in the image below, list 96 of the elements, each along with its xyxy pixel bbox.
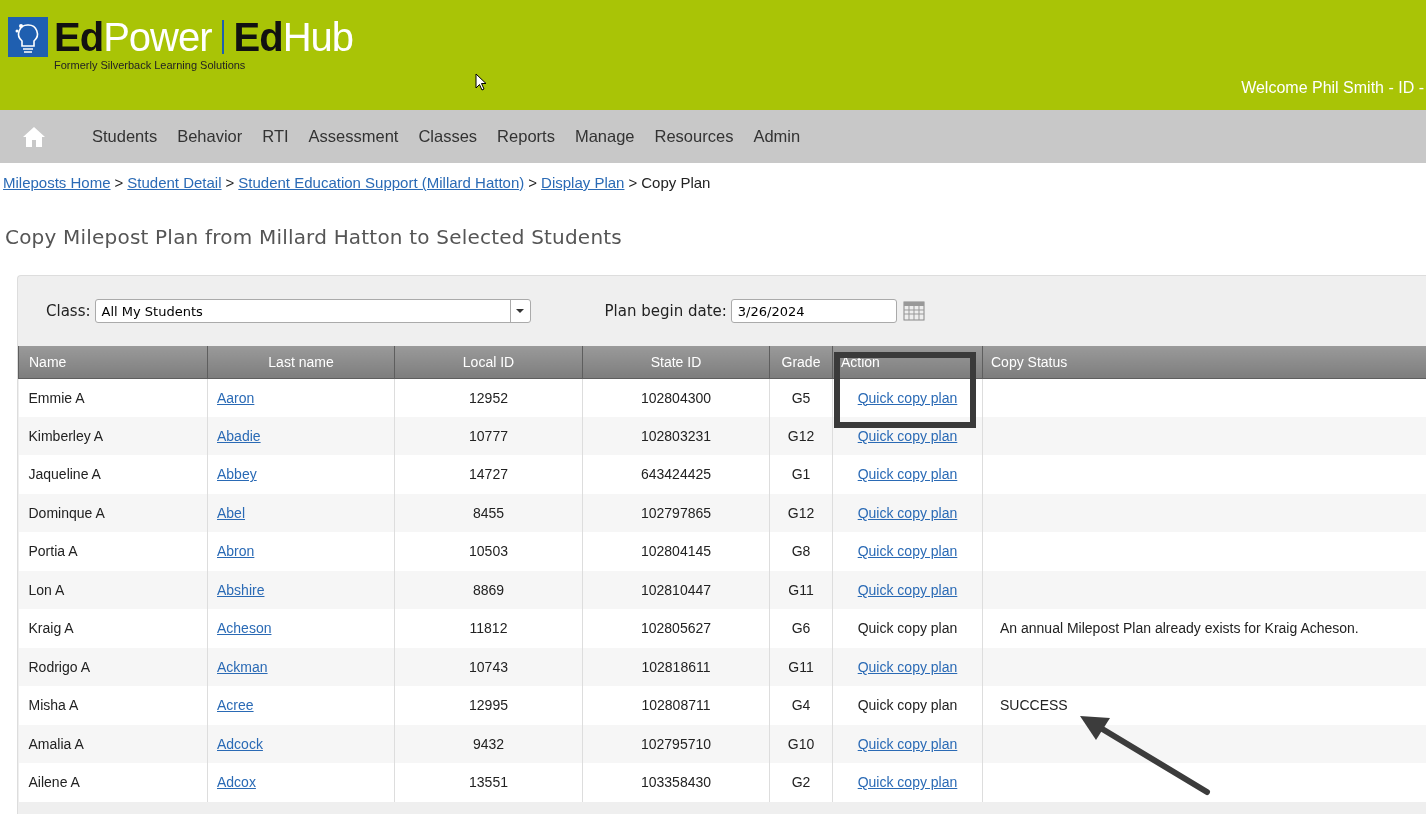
table-cell: Misha A [18,686,208,725]
table-cell: 10503 [394,532,583,571]
nav-link[interactable]: Assessment [308,127,399,146]
table-cell: 11812 [394,609,583,648]
nav-link[interactable]: Behavior [177,127,243,146]
table-cell: Jaqueline A [18,455,208,494]
table-cell: 102797865 [582,493,770,532]
last-name-link[interactable]: Abshire [217,581,265,598]
page-title: Copy Milepost Plan from Millard Hatton to Selected Students [5,225,623,249]
table-cell: 103358430 [582,763,770,802]
table-cell: Amalia A [18,724,208,763]
mouse-cursor-icon [475,73,487,91]
table-cell: 102808711 [582,686,770,725]
table-cell: 643424425 [582,455,770,494]
table-cell: G11 [769,647,833,686]
date-label: Plan begin date: [604,302,727,320]
lightbulb-logo-icon [6,17,50,57]
nav-link[interactable]: Classes [418,127,478,146]
column-header: State ID [582,346,770,378]
last-name-link[interactable]: Aaron [217,389,255,406]
column-header: Last name [207,346,395,378]
table-cell: 14727 [394,455,583,494]
table-cell: 102804145 [582,532,770,571]
tagline: Formerly Silverback Learning Solutions [54,59,247,71]
table-cell: G11 [769,570,833,609]
table-cell: Kraig A [18,609,208,648]
table-cell: G2 [769,763,833,802]
breadcrumb-link[interactable]: Mileposts Home [3,174,111,191]
last-name-link[interactable]: Abbey [217,466,257,483]
breadcrumb-separator: > [114,174,124,191]
home-icon[interactable] [22,125,46,148]
last-name-link[interactable]: Abron [217,543,255,560]
table-cell: 10777 [394,416,583,455]
table-cell: Kimberley A [18,416,208,455]
breadcrumb-link[interactable]: Display Plan [541,174,625,191]
last-name-link[interactable]: Adcox [217,774,256,791]
table-cell: Lon A [18,570,208,609]
table-cell: 12952 [394,378,583,417]
column-header: Name [18,346,208,378]
table-cell: 13551 [394,763,583,802]
table-cell: 102805627 [582,609,770,648]
breadcrumb-link[interactable]: Student Education Support (Millard Hatton) [238,174,525,191]
table-cell: 8869 [394,570,583,609]
nav-link[interactable]: RTI [262,127,289,146]
table-cell: Rodrigo A [18,647,208,686]
table-cell: G10 [769,724,833,763]
table-cell: 102795710 [582,724,770,763]
calendar-icon[interactable] [902,301,925,321]
breadcrumb-separator: > [225,174,235,191]
date-field[interactable]: 3/26/2024 [730,299,897,323]
last-name-link[interactable]: Acheson [217,620,272,637]
table-cell: 102818611 [582,647,770,686]
table-cell: 102803231 [582,416,770,455]
table-cell: G4 [769,686,833,725]
table-cell: 102804300 [582,378,770,417]
copy-status-text: An annual Milepost Plan already exists for Kraig Acheson. [1000,620,1359,637]
column-header: Grade [769,346,833,378]
table-cell: Emmie A [18,378,208,417]
table-cell: 10743 [394,647,583,686]
edhub-logo: EdHub [233,15,354,59]
breadcrumb-link[interactable]: Student Detail [127,174,222,191]
table-cell: 12995 [394,686,583,725]
nav-link[interactable]: Manage [574,127,635,146]
breadcrumb-separator: > [528,174,538,191]
table-cell: G1 [769,455,833,494]
nav-link[interactable]: Students [92,127,158,146]
last-name-link[interactable]: Adcock [217,735,263,752]
last-name-link[interactable]: Abel [217,504,246,521]
table-cell: Portia A [18,532,208,571]
table-cell: G6 [769,609,833,648]
column-header: Copy Status [982,346,1426,378]
class-label: Class: [46,302,91,320]
last-name-link[interactable]: Abadie [217,427,261,444]
class-dropdown[interactable]: All My Students [94,299,531,323]
table-cell: G5 [769,378,833,417]
nav-link[interactable]: Admin [753,127,801,146]
last-name-link[interactable]: Acree [217,697,254,714]
table-cell: G12 [769,416,833,455]
table-cell: 9432 [394,724,583,763]
copy-status-text: SUCCESS [1000,697,1068,714]
welcome-text: Welcome Phil Smith - ID - [1241,79,1424,97]
breadcrumb-current: Copy Plan [641,174,711,191]
table-cell: G12 [769,493,833,532]
quick-copy-text: Quick copy plan [857,697,958,714]
nav-link[interactable]: Reports [497,127,555,146]
table-cell: 102810447 [582,570,770,609]
column-header: Local ID [394,346,583,378]
breadcrumb-separator: > [628,174,638,191]
nav-link[interactable]: Resources [654,127,734,146]
table-cell: 8455 [394,493,583,532]
quick-copy-text: Quick copy plan [857,620,958,637]
last-name-link[interactable]: Ackman [217,658,268,675]
edpower-logo: EdPower [54,15,212,59]
table-cell: G8 [769,532,833,571]
table-cell: Ailene A [18,763,208,802]
table-cell: Dominque A [18,493,208,532]
